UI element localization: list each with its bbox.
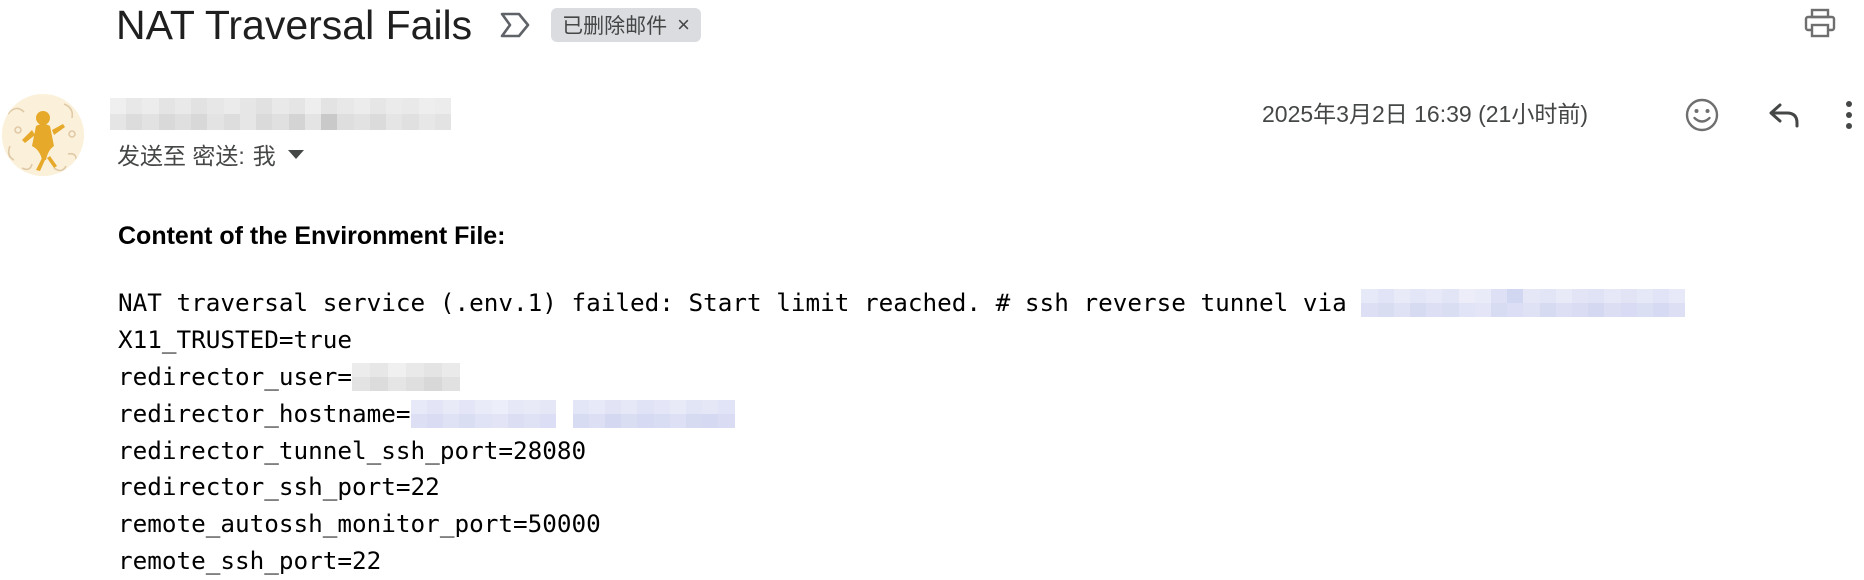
- env-line-text: remote_ssh_port=22: [118, 546, 382, 576]
- env-line: redirector_user=: [118, 359, 1685, 396]
- env-line-text: redirector_hostname=: [118, 398, 411, 428]
- sender-avatar[interactable]: [2, 94, 84, 176]
- env-line: redirector_tunnel_ssh_port=28080: [118, 433, 1685, 470]
- label-remove-icon[interactable]: ×: [677, 14, 690, 36]
- chevron-down-icon[interactable]: [287, 149, 304, 159]
- subject-row: NAT Traversal Fails 已删除邮件 ×: [116, 0, 702, 50]
- avatar-illustration: [2, 94, 84, 176]
- env-line: remote_autossh_monitor_port=50000: [118, 506, 1685, 543]
- recipients-prefix: 发送至 密送:: [117, 143, 245, 169]
- env-line-text: X11_TRUSTED=true: [118, 324, 353, 354]
- env-line-text: remote_autossh_monitor_port=50000: [118, 509, 601, 539]
- reply-icon: [1767, 100, 1801, 135]
- env-line: X11_TRUSTED=true: [118, 322, 1685, 359]
- more-options-button[interactable]: [1838, 95, 1860, 139]
- env-line-text: redirector_ssh_port=22: [118, 472, 440, 502]
- env-line: remote_ssh_port=22: [118, 543, 1685, 580]
- emoji-reaction-button[interactable]: [1680, 95, 1724, 139]
- email-timestamp: 2025年3月2日 16:39 (21小时前): [1262, 101, 1588, 127]
- env-file-content: NAT traversal service (.env.1) failed: S…: [118, 285, 1686, 580]
- label-chip-text: 已删除邮件: [562, 15, 668, 38]
- env-line: redirector_hostname=: [118, 396, 1685, 433]
- env-line: redirector_ssh_port=22: [118, 469, 1685, 506]
- print-icon: [1803, 7, 1837, 44]
- env-line: NAT traversal service (.env.1) failed: S…: [118, 285, 1686, 322]
- recipients-name: 我: [252, 143, 276, 169]
- more-vert-icon: [1844, 100, 1854, 135]
- print-button[interactable]: [1800, 5, 1840, 45]
- importance-marker-icon[interactable]: [499, 9, 531, 41]
- sender-name-redacted: [110, 98, 451, 130]
- email-subject: NAT Traversal Fails: [116, 2, 473, 48]
- emoji-reaction-icon: [1684, 97, 1720, 138]
- redacted-user: [352, 363, 461, 392]
- recipients-toggle[interactable]: 发送至 密送: 我: [117, 138, 304, 170]
- redacted-hostname: [410, 400, 735, 429]
- body-heading: Content of the Environment File:: [118, 222, 506, 250]
- reply-button[interactable]: [1762, 95, 1806, 139]
- redacted-host: [1361, 289, 1686, 318]
- env-line-text: redirector_user=: [118, 361, 353, 391]
- env-line-text: NAT traversal service (.env.1) failed: S…: [118, 288, 1362, 317]
- label-chip-deleted[interactable]: 已删除邮件 ×: [551, 8, 702, 42]
- env-line-text: redirector_tunnel_ssh_port=28080: [118, 435, 587, 465]
